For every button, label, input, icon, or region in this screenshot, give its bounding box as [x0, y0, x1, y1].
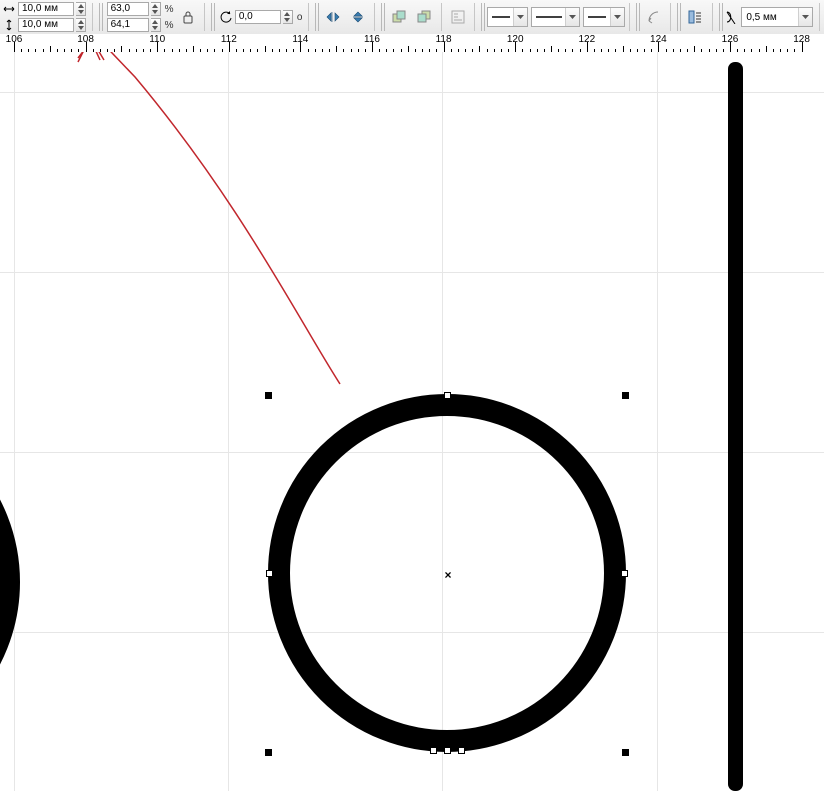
ruler-label: 128 [793, 34, 810, 45]
path-node-right[interactable] [621, 570, 628, 577]
mirror-vertical-button[interactable] [347, 5, 370, 29]
selection-handle-tl[interactable] [265, 392, 272, 399]
scale-group: % % [107, 2, 174, 32]
selection-center-marker: × [444, 568, 451, 582]
gridline [14, 52, 15, 791]
toolbar-grip[interactable] [381, 3, 387, 31]
chevron-down-icon [610, 8, 624, 26]
ruler-label: 124 [650, 34, 667, 45]
scale-x-spinner[interactable] [151, 2, 161, 16]
ruler-label: 116 [364, 34, 380, 45]
path-node-left[interactable] [266, 570, 273, 577]
wrap-paragraph-button[interactable] [684, 5, 707, 29]
ruler-label: 106 [6, 34, 23, 45]
toolbar-grip[interactable] [211, 3, 217, 31]
gridline [0, 92, 824, 93]
toolbar-separator [204, 3, 205, 31]
rotation-input[interactable] [235, 10, 281, 24]
object-width-spinner[interactable] [76, 2, 86, 16]
toolbar-grip[interactable] [99, 3, 105, 31]
toolbar-separator [629, 3, 630, 31]
chevron-down-icon [513, 8, 527, 26]
toolbar-grip[interactable] [636, 3, 642, 31]
toolbar-separator [670, 3, 671, 31]
toolbar-separator [474, 3, 475, 31]
degree-unit: o [297, 12, 303, 23]
toolbar-separator [374, 3, 375, 31]
toolbar-separator [441, 3, 442, 31]
to-back-button[interactable] [413, 5, 436, 29]
ruler-label: 120 [507, 34, 524, 45]
start-arrowhead-combo[interactable] [487, 7, 529, 27]
mirror-horizontal-button[interactable] [322, 5, 345, 29]
close-curve-button[interactable] [643, 5, 666, 29]
scale-y-input[interactable] [107, 18, 149, 32]
path-node-bottom-2[interactable] [430, 747, 437, 754]
chevron-down-icon [565, 8, 579, 26]
outline-width-combo[interactable]: 0,5 мм [741, 7, 813, 27]
ruler-label: 122 [578, 34, 595, 45]
ruler-label: 114 [292, 34, 308, 45]
width-icon [2, 2, 16, 16]
outline-width-icon [724, 10, 738, 24]
ruler-label: 112 [221, 34, 237, 45]
selection-handle-br[interactable] [622, 749, 629, 756]
selection-handle-bl[interactable] [265, 749, 272, 756]
drawing-canvas[interactable]: × [0, 52, 824, 791]
lock-ratio-button[interactable] [177, 5, 200, 29]
wrap-text-button[interactable] [446, 5, 469, 29]
toolbar-separator [308, 3, 309, 31]
percent-unit: % [165, 20, 174, 31]
object-height-input[interactable] [18, 18, 74, 32]
gridline [657, 52, 658, 791]
path-node-bottom[interactable] [444, 747, 451, 754]
horizontal-ruler[interactable]: 106 108 110 112 114 116 118 120 122 124 126 128 [0, 34, 824, 53]
outline-width-value: 0,5 мм [746, 12, 776, 23]
vertical-line-object[interactable] [728, 62, 743, 791]
toolbar-grip[interactable] [677, 3, 683, 31]
line-style-combo[interactable] [531, 7, 580, 27]
height-icon [2, 18, 16, 32]
rotation-spinner[interactable] [283, 10, 293, 24]
object-width-input[interactable] [18, 2, 74, 16]
rotate-icon [219, 10, 233, 24]
scale-y-spinner[interactable] [151, 18, 161, 32]
ruler-label: 110 [149, 34, 165, 45]
circle-object-left[interactable] [0, 402, 20, 762]
object-size-group [2, 2, 86, 32]
scale-x-input[interactable] [107, 2, 149, 16]
path-node-top[interactable] [444, 392, 451, 399]
ruler-label: 108 [77, 34, 94, 45]
toolbar-separator [92, 3, 93, 31]
object-height-spinner[interactable] [76, 18, 86, 32]
gridline [228, 52, 229, 791]
end-arrowhead-combo[interactable] [583, 7, 625, 27]
to-front-button[interactable] [388, 5, 411, 29]
ruler-label: 118 [436, 34, 452, 45]
path-node-bottom-3[interactable] [458, 747, 465, 754]
percent-unit: % [165, 4, 174, 15]
gridline [0, 272, 824, 273]
ruler-label: 126 [722, 34, 739, 45]
toolbar-separator [712, 3, 713, 31]
chevron-down-icon [798, 8, 812, 26]
property-bar: % % o [0, 0, 824, 35]
selection-handle-tr[interactable] [622, 392, 629, 399]
rotation-group: o [219, 10, 303, 24]
toolbar-separator [819, 3, 820, 31]
toolbar-grip[interactable] [315, 3, 321, 31]
